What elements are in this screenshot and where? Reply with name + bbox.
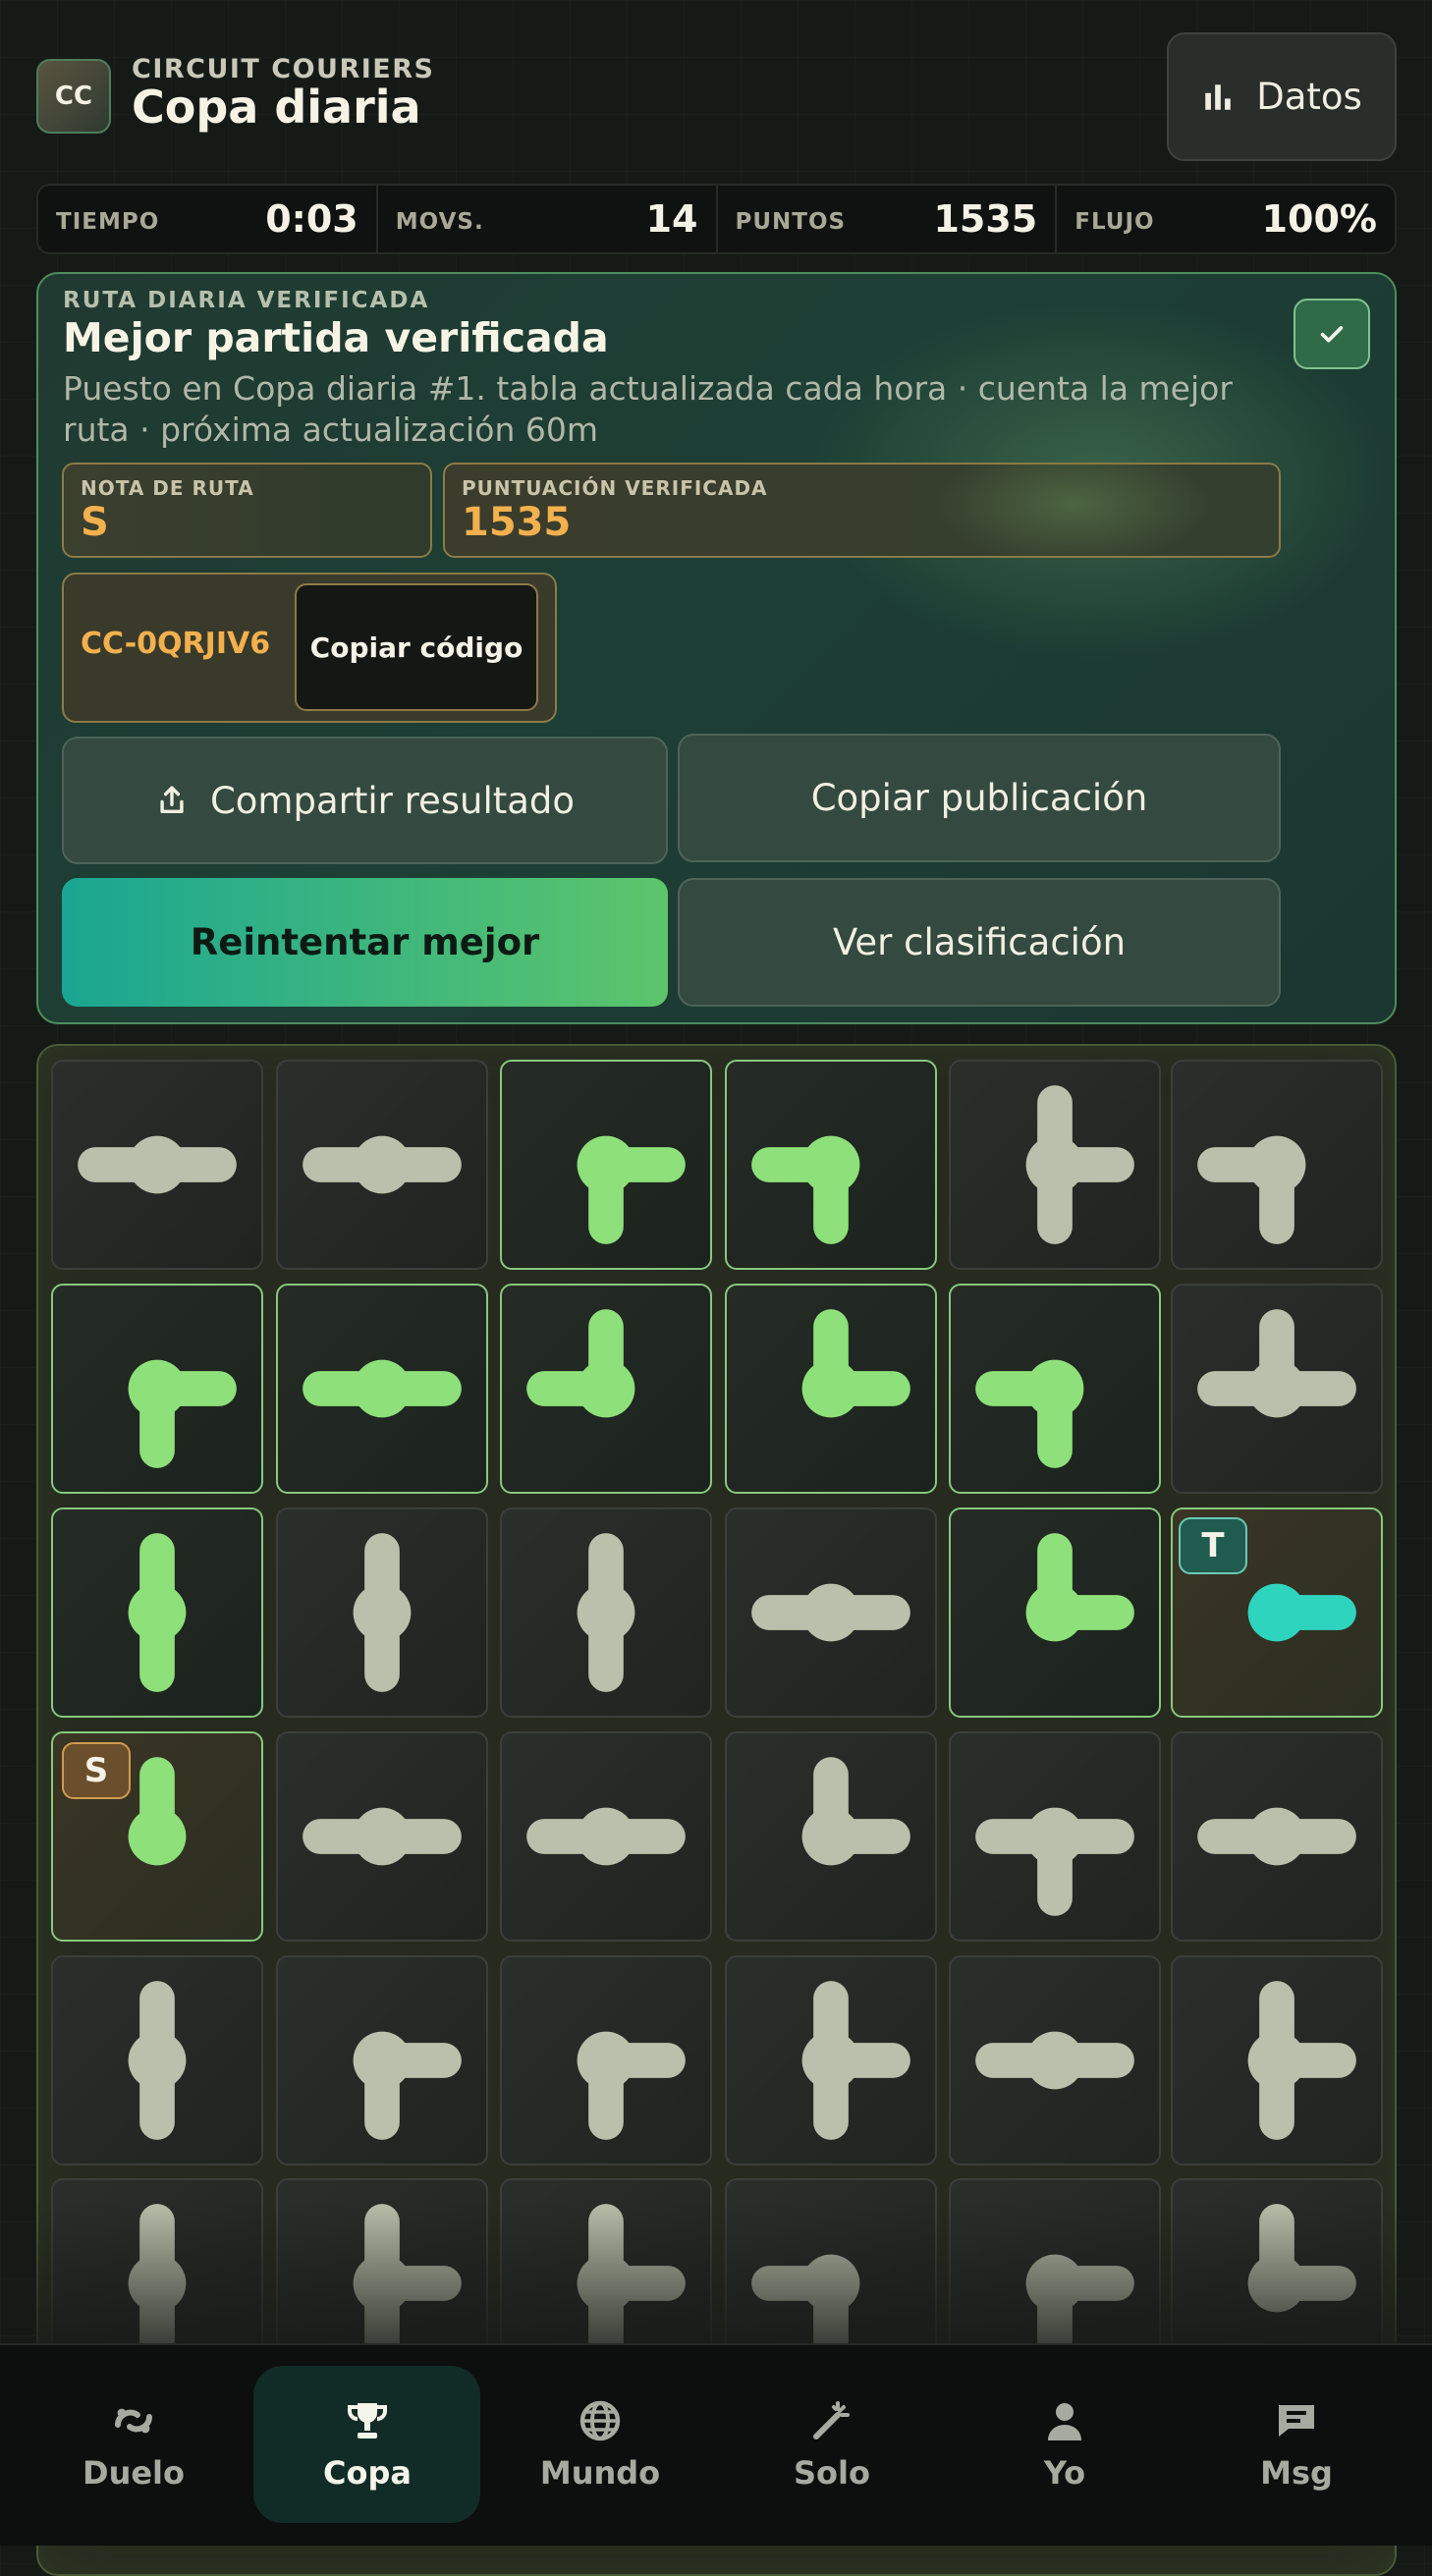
share-icon — [160, 786, 184, 814]
pipe-tile[interactable] — [51, 1284, 263, 1494]
stat-points: PUNTOS 1535 — [718, 186, 1058, 252]
pipe-tile[interactable] — [949, 1507, 1161, 1718]
view-ranking-button[interactable]: Ver clasificación — [678, 878, 1281, 1007]
pipe-tile[interactable] — [500, 1060, 712, 1270]
copy-post-button[interactable]: Copiar publicación — [678, 734, 1281, 862]
nav-label: Yo — [1043, 2454, 1086, 2492]
app-logo: CC — [36, 59, 111, 134]
datos-button[interactable]: Datos — [1167, 32, 1397, 161]
stats-bar: TIEMPO 0:03 MOVS. 14 PUNTOS 1535 FLUJO 100% — [36, 184, 1397, 254]
magic-wand-icon — [813, 2401, 850, 2439]
pipe-tile[interactable] — [500, 1284, 712, 1494]
pipe-tile[interactable] — [949, 1731, 1161, 1942]
pipe-tile[interactable] — [500, 1507, 712, 1718]
pipe-tile[interactable] — [276, 1955, 488, 2165]
pipe-tile[interactable] — [1171, 1060, 1383, 1270]
stat-value: 100% — [1261, 197, 1377, 241]
pipe-tile[interactable] — [949, 1955, 1161, 2165]
stat-label: TIEMPO — [56, 209, 160, 235]
pipe-tile[interactable] — [725, 1731, 937, 1942]
route-grade-label: NOTA DE RUTA — [81, 476, 254, 500]
nav-item-copa[interactable]: Copa — [253, 2343, 481, 2546]
pipe-tile[interactable] — [276, 1507, 488, 1718]
retry-best-button[interactable]: Reintentar mejor — [62, 878, 668, 1007]
pipe-tile[interactable] — [949, 1060, 1161, 1270]
pipe-tile[interactable] — [500, 1731, 712, 1942]
nav-label: Msg — [1260, 2454, 1333, 2492]
route-grade-value: S — [81, 500, 109, 545]
pipe-tile[interactable] — [725, 1284, 937, 1494]
pipe-tile[interactable] — [51, 1060, 263, 1270]
pipe-tile[interactable] — [1171, 1284, 1383, 1494]
pipe-tile[interactable] — [51, 1507, 263, 1718]
target-badge: T — [1179, 1517, 1247, 1574]
pipe-tile[interactable] — [1171, 1955, 1383, 2165]
verified-score-value: 1535 — [462, 500, 572, 545]
nav-item-msg[interactable]: Msg — [1183, 2343, 1410, 2546]
user-icon — [1048, 2403, 1081, 2440]
stat-label: FLUJO — [1074, 209, 1155, 235]
nav-item-duelo[interactable]: Duelo — [20, 2343, 248, 2546]
stat-flow: FLUJO 100% — [1057, 186, 1395, 252]
trophy-icon — [348, 2403, 387, 2439]
nav-item-yo[interactable]: Yo — [951, 2343, 1179, 2546]
pipe-tile[interactable] — [51, 1955, 263, 2165]
pipe-tile[interactable] — [276, 1731, 488, 1942]
nav-item-solo[interactable]: Solo — [718, 2343, 946, 2546]
duel-icon — [115, 2408, 152, 2434]
copy-code-button[interactable]: Copiar código — [295, 583, 538, 711]
result-title: Mejor partida verificada — [63, 314, 609, 361]
nav-label: Mundo — [539, 2454, 661, 2492]
verified-score-label: PUNTUACIÓN VERIFICADA — [462, 476, 768, 500]
datos-label: Datos — [1256, 76, 1362, 118]
verified-score-box: PUNTUACIÓN VERIFICADA 1535 — [443, 463, 1281, 558]
nav-label: Copa — [323, 2454, 412, 2492]
stat-value: 14 — [645, 197, 698, 241]
pipe-tile[interactable] — [725, 1060, 937, 1270]
stat-label: PUNTOS — [735, 209, 847, 235]
share-result-label: Compartir resultado — [209, 779, 576, 822]
stat-value: 1535 — [933, 197, 1038, 241]
share-code: CC-0QRJIV6 — [81, 627, 271, 661]
pipe-tile[interactable] — [949, 1284, 1161, 1494]
nav-item-mundo[interactable]: Mundo — [486, 2343, 714, 2546]
bar-chart-icon — [1205, 83, 1231, 110]
globe-icon — [579, 2400, 621, 2441]
pipe-tile[interactable] — [276, 1284, 488, 1494]
verified-check-button[interactable] — [1294, 299, 1370, 369]
pipe-tile[interactable] — [725, 1955, 937, 2165]
nav-label: Duelo — [83, 2454, 185, 2492]
nav-label: Solo — [794, 2454, 870, 2492]
stat-time: TIEMPO 0:03 — [38, 186, 378, 252]
route-grade-box: NOTA DE RUTA S — [62, 463, 432, 558]
result-eyebrow: RUTA DIARIA VERIFICADA — [63, 288, 430, 313]
page-title: Copa diaria — [132, 81, 421, 134]
source-badge: S — [62, 1742, 131, 1799]
chat-icon — [1279, 2405, 1314, 2437]
pipe-tile[interactable] — [725, 1507, 937, 1718]
stat-moves: MOVS. 14 — [378, 186, 718, 252]
result-description: Puesto en Copa diaria #1. tabla actualiz… — [63, 369, 1233, 449]
pipe-tile[interactable] — [1171, 1731, 1383, 1942]
share-result-button[interactable]: Compartir resultado — [62, 737, 668, 864]
pipe-tile[interactable] — [276, 1060, 488, 1270]
stat-label: MOVS. — [395, 209, 484, 235]
check-icon — [1320, 326, 1344, 343]
stat-value: 0:03 — [265, 197, 358, 241]
pipe-tile[interactable] — [500, 1955, 712, 2165]
